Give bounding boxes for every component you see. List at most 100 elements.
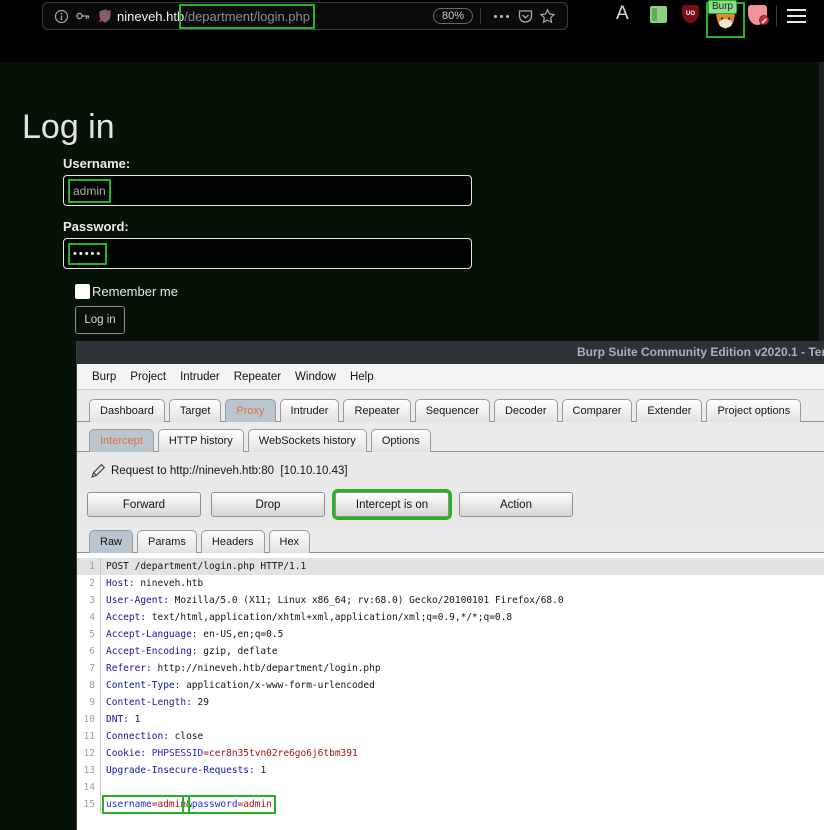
zoom-level[interactable]: 80% <box>433 8 473 24</box>
divider <box>776 5 777 27</box>
shield-disabled-icon[interactable] <box>95 6 115 26</box>
request-target: Request to http://nineveh.htb:80 [10.10.… <box>111 465 348 477</box>
tab-intercept[interactable]: Intercept <box>89 429 154 452</box>
burp-main-tabs: Dashboard Target Proxy Intruder Repeater… <box>77 391 824 422</box>
forward-button[interactable]: Forward <box>87 492 201 517</box>
request-line: 8Content-Type: application/x-www-form-ur… <box>77 677 824 694</box>
request-line: 9Content-Length: 29 <box>77 694 824 711</box>
line-number: 14 <box>77 779 101 796</box>
tab-extender[interactable]: Extender <box>636 399 702 422</box>
tab-websockets-history[interactable]: WebSockets history <box>248 429 367 452</box>
menu-help[interactable]: Help <box>343 371 381 383</box>
request-line: 14 <box>77 779 824 796</box>
tab-hex[interactable]: Hex <box>269 530 311 553</box>
request-line: 5Accept-Language: en-US,en;q=0.5 <box>77 626 824 643</box>
line-number: 12 <box>77 745 101 762</box>
pocket-icon[interactable] <box>515 6 535 26</box>
password-label: Password: <box>63 219 129 234</box>
ublock-origin-icon[interactable]: UO <box>682 5 699 23</box>
intercept-toolbar: Request to http://nineveh.htb:80 [10.10.… <box>77 452 824 527</box>
tab-raw[interactable]: Raw <box>89 530 133 553</box>
burp-editor-tabs: Raw Params Headers Hex <box>77 527 824 553</box>
request-editor[interactable]: 1POST /department/login.php HTTP/1.12Hos… <box>77 553 824 830</box>
tab-intruder[interactable]: Intruder <box>280 399 340 422</box>
login-button[interactable]: Log in <box>75 306 125 334</box>
divider <box>480 8 481 24</box>
request-line: 15 username=admin&password=admin <box>77 796 824 813</box>
extension-a-icon[interactable]: A <box>616 3 629 25</box>
pencil-icon <box>89 462 107 483</box>
annotation-box: username=admin <box>106 799 186 810</box>
line-number: 3 <box>77 592 101 609</box>
line-number: 6 <box>77 643 101 660</box>
intercept-toggle-button[interactable]: Intercept is on <box>335 492 449 517</box>
request-line: 13Upgrade-Insecure-Requests: 1 <box>77 762 824 779</box>
privacy-badger-icon[interactable] <box>748 5 767 25</box>
line-number: 1 <box>77 558 101 575</box>
foxyproxy-tooltip: Burp <box>708 0 737 14</box>
menu-repeater[interactable]: Repeater <box>227 371 288 383</box>
password-value: ••••• <box>73 248 102 260</box>
url-bar[interactable]: nineveh.htb /department/login.php 80% <box>42 2 568 30</box>
request-line: 3User-Agent: Mozilla/5.0 (X11; Linux x86… <box>77 592 824 609</box>
bookmark-star-icon[interactable] <box>537 6 557 26</box>
tab-comparer[interactable]: Comparer <box>562 399 633 422</box>
tab-options[interactable]: Options <box>371 429 431 452</box>
request-line: 2Host: nineveh.htb <box>77 575 824 592</box>
tab-repeater[interactable]: Repeater <box>343 399 410 422</box>
line-number: 4 <box>77 609 101 626</box>
page-title: Log in <box>22 108 115 147</box>
request-line: 4Accept: text/html,application/xhtml+xml… <box>77 609 824 626</box>
burp-window: Burp Suite Community Edition v2020.1 - T… <box>76 341 824 830</box>
key-icon[interactable] <box>73 6 93 26</box>
url-host: nineveh.htb <box>117 9 184 24</box>
tab-target[interactable]: Target <box>169 399 222 422</box>
url-path-annotated: /department/login.php <box>184 9 310 24</box>
username-label: Username: <box>63 156 130 171</box>
annotation-box: &password=admin <box>186 799 272 810</box>
line-number: 13 <box>77 762 101 779</box>
action-button[interactable]: Action <box>459 492 573 517</box>
username-value: admin <box>73 184 106 198</box>
tab-dashboard[interactable]: Dashboard <box>89 399 165 422</box>
tab-proxy[interactable]: Proxy <box>225 399 275 422</box>
menu-window[interactable]: Window <box>288 371 343 383</box>
request-line: 12Cookie: PHPSESSID=cer8n35tvn02re6go6j6… <box>77 745 824 762</box>
line-number: 15 <box>77 796 101 813</box>
line-number: 5 <box>77 626 101 643</box>
line-number: 10 <box>77 711 101 728</box>
tab-headers[interactable]: Headers <box>201 530 265 553</box>
page-actions-icon[interactable] <box>494 15 509 18</box>
password-field[interactable]: ••••• <box>63 238 472 269</box>
request-line: 1POST /department/login.php HTTP/1.1 <box>77 558 824 575</box>
info-icon[interactable] <box>51 6 71 26</box>
line-number: 8 <box>77 677 101 694</box>
tab-decoder[interactable]: Decoder <box>494 399 558 422</box>
extension-green-icon[interactable] <box>650 6 667 23</box>
menu-burp[interactable]: Burp <box>85 371 123 383</box>
line-number: 11 <box>77 728 101 745</box>
menu-project[interactable]: Project <box>123 371 173 383</box>
remember-me-label: Remember me <box>92 284 178 299</box>
request-line: 11Connection: close <box>77 728 824 745</box>
line-number: 7 <box>77 660 101 677</box>
line-number: 9 <box>77 694 101 711</box>
browser-toolbar: nineveh.htb /department/login.php 80% A … <box>0 0 824 62</box>
request-line: 6Accept-Encoding: gzip, deflate <box>77 643 824 660</box>
tab-project-options[interactable]: Project options <box>706 399 801 422</box>
burp-proxy-tabs: Intercept HTTP history WebSockets histor… <box>77 422 824 452</box>
burp-titlebar[interactable]: Burp Suite Community Edition v2020.1 - T… <box>77 341 824 364</box>
tab-params[interactable]: Params <box>137 530 197 553</box>
request-line: 7Referer: http://nineveh.htb/department/… <box>77 660 824 677</box>
menu-intruder[interactable]: Intruder <box>173 371 227 383</box>
burp-window-title: Burp Suite Community Edition v2020.1 - T… <box>577 345 824 359</box>
tab-sequencer[interactable]: Sequencer <box>415 399 490 422</box>
tab-http-history[interactable]: HTTP history <box>158 429 244 452</box>
request-line: 10DNT: 1 <box>77 711 824 728</box>
username-field[interactable]: admin <box>63 175 472 206</box>
screen: nineveh.htb /department/login.php 80% A … <box>0 0 824 830</box>
burp-menubar: Burp Project Intruder Repeater Window He… <box>77 364 824 390</box>
remember-me-checkbox[interactable] <box>75 284 90 299</box>
menu-hamburger-icon[interactable] <box>787 9 806 27</box>
drop-button[interactable]: Drop <box>211 492 325 517</box>
